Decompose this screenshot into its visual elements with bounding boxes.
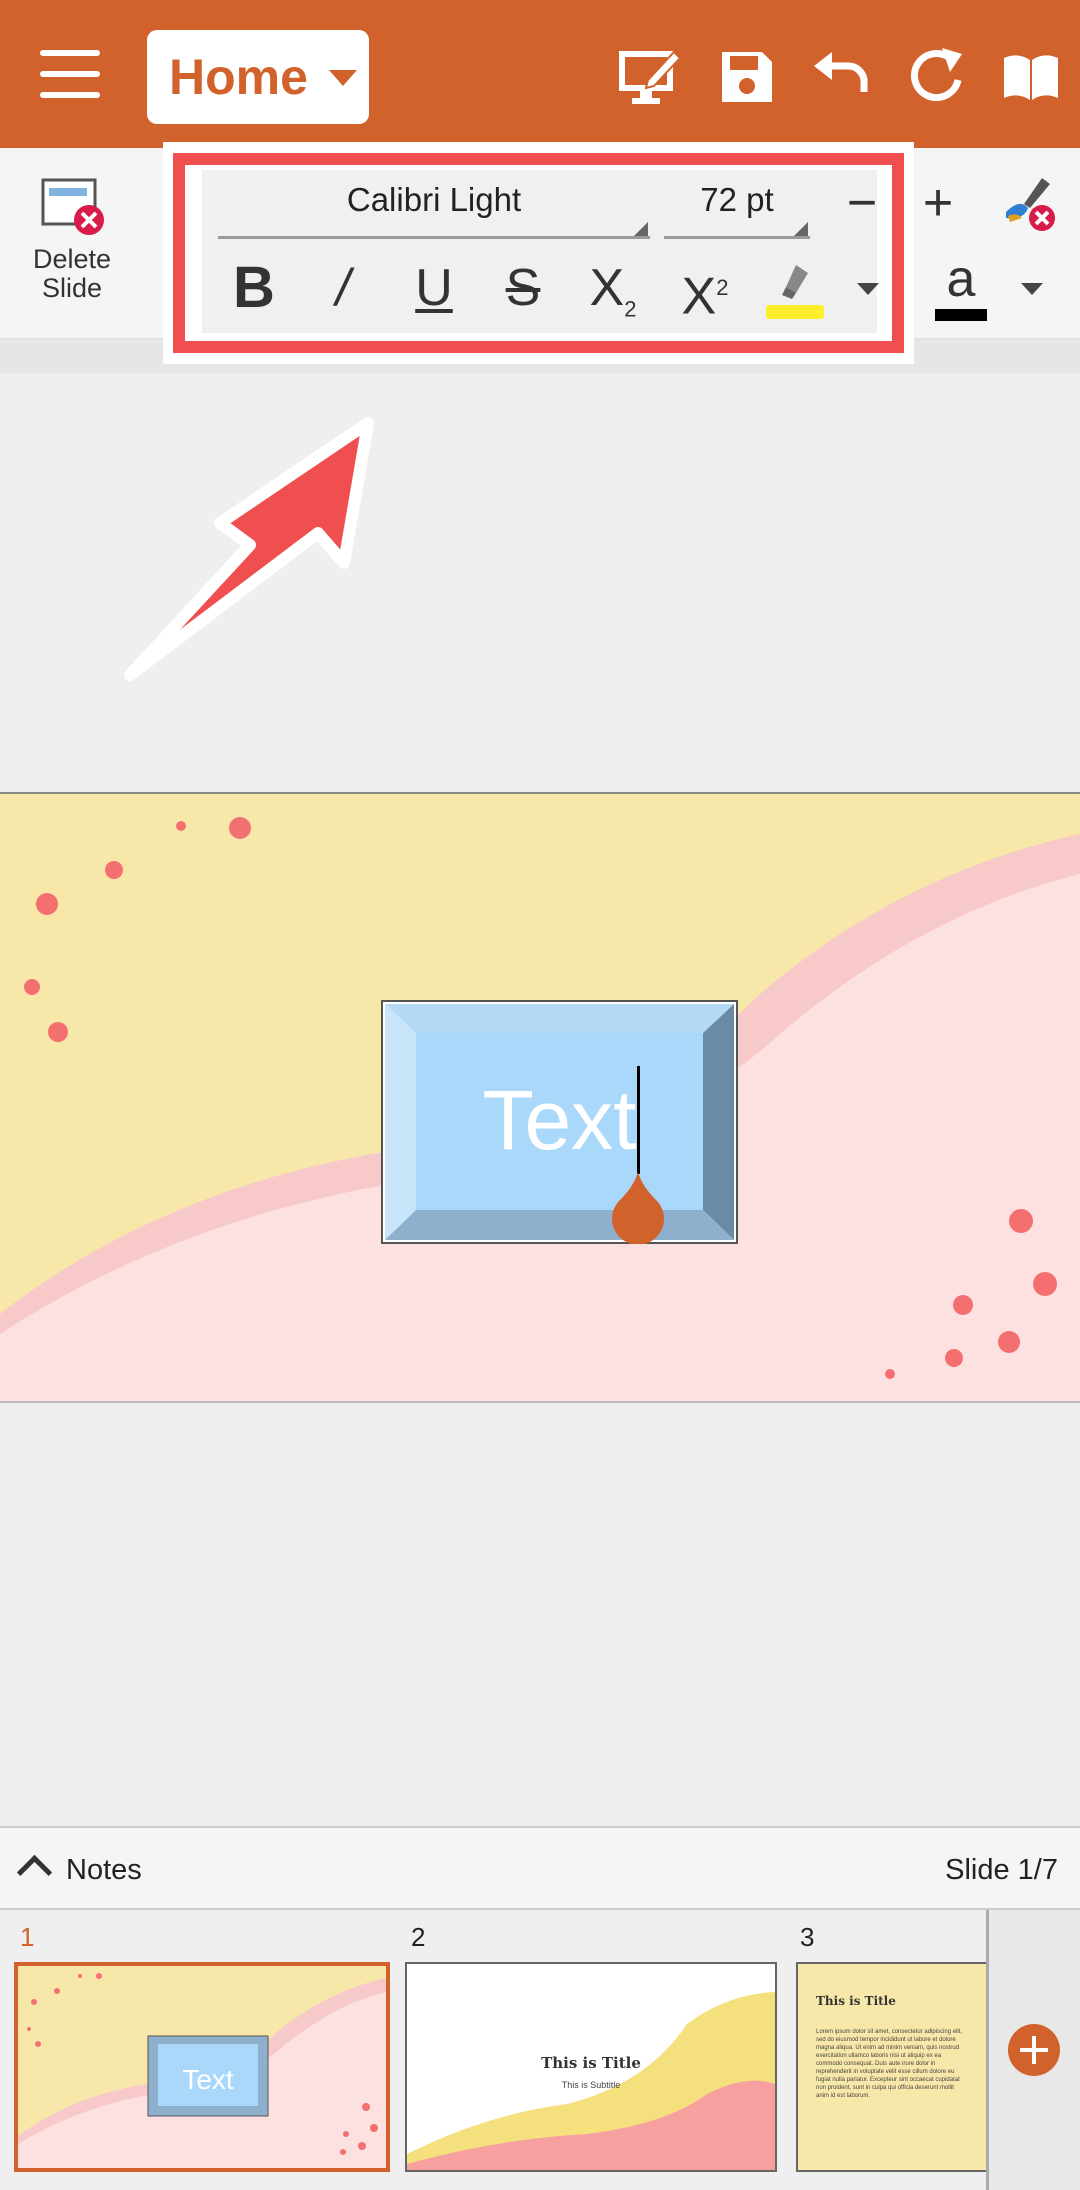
- superscript-label: X: [681, 267, 717, 326]
- selected-text-box[interactable]: Text: [381, 1000, 738, 1244]
- text-cursor: [637, 1066, 640, 1174]
- menu-icon[interactable]: [40, 50, 100, 100]
- notes-label: Notes: [66, 1854, 142, 1886]
- delete-slide-label-2: Slide: [41, 273, 103, 303]
- thumbnail-2-title: This is Title: [541, 2054, 641, 2072]
- delete-slide-label-1: Delete: [32, 244, 112, 274]
- superscript-mark: 2: [716, 275, 729, 300]
- chevron-down-icon: [329, 70, 357, 86]
- text-box-content: Text: [482, 1073, 637, 1167]
- save-icon[interactable]: [714, 44, 780, 110]
- delete-slide-icon: [41, 178, 104, 235]
- font-name-value: Calibri Light: [346, 181, 522, 218]
- read-mode-icon[interactable]: [998, 44, 1064, 110]
- edit-slide-icon[interactable]: [618, 44, 684, 110]
- thumbnail-number-1: 1: [20, 1922, 35, 1952]
- home-tab-dropdown[interactable]: Home: [147, 30, 369, 124]
- dropdown-corner-icon: [634, 222, 648, 236]
- clear-formatting-icon[interactable]: [996, 172, 1060, 236]
- highlight-color-button[interactable]: [760, 253, 830, 323]
- highlight-color-dropdown-icon[interactable]: [857, 283, 879, 295]
- slide-thumbnail-3[interactable]: This is Title Lorem ipsum dolor sit amet…: [796, 1962, 988, 2172]
- slide-thumbnail-1[interactable]: Text: [14, 1962, 390, 2172]
- superscript-button[interactable]: X2: [670, 253, 740, 326]
- underline-button[interactable]: U: [399, 253, 469, 323]
- notes-bar: [0, 1826, 1080, 1910]
- notes-toggle[interactable]: Notes: [16, 1850, 158, 1891]
- bold-button[interactable]: B: [219, 253, 289, 323]
- increase-font-size-button[interactable]: +: [908, 175, 968, 235]
- font-size-select[interactable]: 72 pt: [664, 175, 810, 239]
- font-color-button[interactable]: a: [928, 253, 994, 325]
- subscript-button[interactable]: X2: [578, 253, 648, 323]
- font-color-dropdown-icon[interactable]: [1021, 283, 1043, 295]
- thumbnail-number-2: 2: [411, 1922, 426, 1952]
- font-color-letter: a: [946, 250, 976, 308]
- undo-icon[interactable]: [808, 44, 874, 110]
- font-color-swatch: [935, 309, 987, 321]
- redo-icon[interactable]: [904, 44, 970, 110]
- selection-handle-icon[interactable]: [608, 1172, 668, 1244]
- slide-counter: Slide 1/7: [945, 1854, 1058, 1886]
- font-size-value: 72 pt: [700, 181, 774, 218]
- font-name-select[interactable]: Calibri Light: [218, 175, 650, 239]
- thumbnail-number-3: 3: [800, 1922, 815, 1952]
- italic-button[interactable]: /: [308, 253, 378, 323]
- add-slide-button[interactable]: [1008, 2024, 1060, 2076]
- font-size-underline: [664, 236, 810, 239]
- thumbnail-2-subtitle: This is Subtitle: [561, 2080, 621, 2090]
- thumbnail-3-body: Lorem ipsum dolor sit amet, consectetur …: [816, 2029, 963, 2099]
- subscript-mark: 2: [624, 296, 637, 322]
- thumbnail-3-title: This is Title: [816, 1994, 896, 2008]
- delete-slide-button[interactable]: Delete Slide: [10, 176, 134, 326]
- slide-thumbnail-2[interactable]: This is Title This is Subtitle: [405, 1962, 777, 2172]
- decrease-font-size-button[interactable]: −: [832, 175, 892, 235]
- home-tab-label: Home: [169, 49, 308, 105]
- dropdown-corner-icon: [794, 222, 808, 236]
- annotation-arrow-icon: [124, 417, 374, 681]
- thumbnail-1-text: Text: [182, 2064, 234, 2095]
- font-name-underline: [218, 236, 650, 239]
- highlighter-icon: [766, 265, 824, 319]
- subscript-label: X: [589, 259, 625, 317]
- chevron-up-icon: [16, 1854, 53, 1891]
- strikethrough-button[interactable]: S: [488, 253, 558, 323]
